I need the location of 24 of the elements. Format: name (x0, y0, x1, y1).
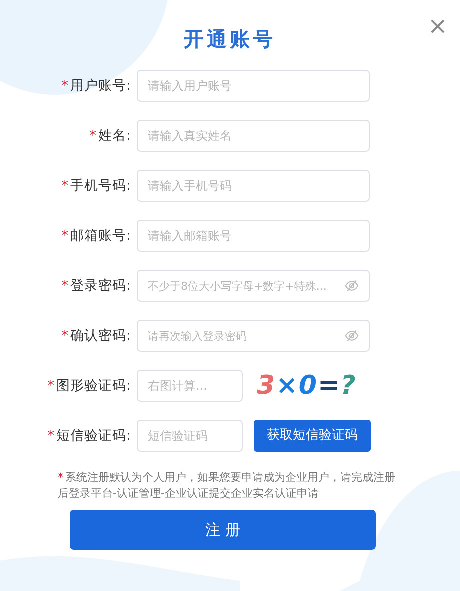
register-button[interactable]: 注 册 (70, 510, 376, 550)
get-code-button[interactable]: 获取短信验证码 (254, 420, 371, 452)
eye-slash-icon[interactable] (345, 279, 359, 293)
registration-note: * 系统注册默认为个人用户，如果您要申请成为企业用户，请完成注册后登录平台-认证管理-企业认证提交企业实名认证申请 (58, 470, 396, 502)
field-label: *邮箱账号: (60, 226, 132, 246)
input-field[interactable]: 不少于8位大小写字母+数字+特殊... (137, 270, 370, 302)
input-field[interactable]: 请输入邮箱账号 (137, 220, 370, 252)
dialog-title: 开通账号 (184, 27, 276, 51)
field-label: *用户账号: (60, 76, 132, 96)
field-label: *登录密码: (60, 276, 132, 296)
field-label: *确认密码: (60, 326, 132, 346)
input-field[interactable]: 右图计算... (137, 370, 243, 402)
close-button[interactable]: × (424, 14, 452, 38)
field-label: *姓名: (88, 126, 132, 146)
field-label: *图形验证码: (46, 376, 132, 396)
input-field[interactable]: 请输入手机号码 (137, 170, 370, 202)
field-label: *短信验证码: (46, 426, 132, 446)
input-field[interactable]: 请输入用户账号 (137, 70, 370, 102)
eye-slash-icon[interactable] (345, 329, 359, 343)
captcha-image[interactable]: 3×0=? (257, 373, 357, 399)
field-label: *手机号码: (60, 176, 132, 196)
input-field[interactable]: 短信验证码 (137, 420, 243, 452)
input-field[interactable]: 请输入真实姓名 (137, 120, 370, 152)
input-field[interactable]: 请再次输入登录密码 (137, 320, 370, 352)
